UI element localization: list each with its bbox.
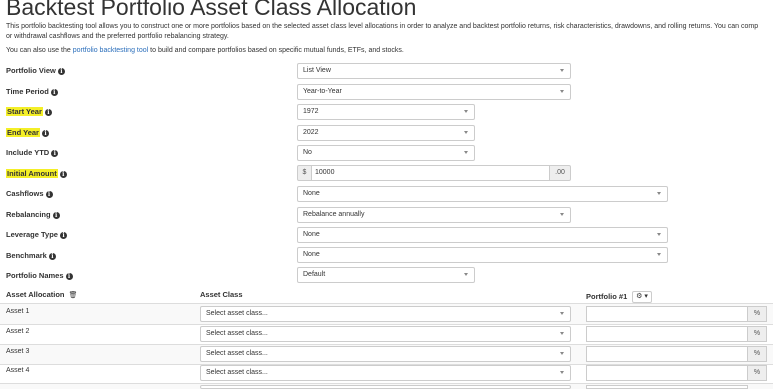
- chevron-down-icon: [657, 192, 661, 195]
- info-icon[interactable]: i: [57, 67, 65, 75]
- leverage-type-select[interactable]: None: [297, 227, 668, 243]
- chevron-down-icon: [464, 131, 468, 134]
- intro-text-line1: This portfolio backtesting tool allows y…: [6, 23, 759, 30]
- allocation-percent-input[interactable]: [586, 326, 748, 342]
- chevron-down-icon: [560, 332, 564, 335]
- asset-row-label: Asset 4: [6, 367, 30, 374]
- asset-class-header: Asset Class: [200, 290, 243, 299]
- rebalancing-select[interactable]: Rebalance annually: [297, 207, 571, 223]
- allocation-percent-input-partial[interactable]: [586, 385, 748, 389]
- info-icon[interactable]: i: [41, 129, 49, 137]
- portfolio-view-select[interactable]: List View: [297, 63, 571, 79]
- trash-icon[interactable]: 🗑: [69, 292, 78, 299]
- info-icon[interactable]: i: [51, 149, 59, 157]
- info-icon[interactable]: i: [52, 211, 60, 219]
- portfolio-names-select[interactable]: Default: [297, 267, 475, 283]
- portfolio1-header: Portfolio #1: [586, 292, 628, 301]
- asset-class-select[interactable]: Select asset class...: [200, 365, 571, 381]
- info-icon[interactable]: i: [44, 108, 52, 116]
- info-icon[interactable]: i: [65, 272, 73, 280]
- initial-amount-input[interactable]: 10000: [311, 165, 550, 181]
- chevron-down-icon: [657, 233, 661, 236]
- gear-icon[interactable]: ⚙ ▾: [632, 291, 652, 303]
- end-year-label: End Year i: [6, 127, 49, 139]
- asset-class-select[interactable]: Select asset class...: [200, 326, 571, 342]
- end-year-select[interactable]: 2022: [297, 125, 475, 141]
- table-divider: [0, 324, 773, 325]
- asset-class-select[interactable]: Select asset class...: [200, 306, 571, 322]
- asset-class-select-partial[interactable]: [200, 385, 571, 389]
- asset-row-label: Asset 3: [6, 348, 30, 355]
- percent-suffix: %: [747, 326, 767, 342]
- cashflows-select[interactable]: None: [297, 186, 668, 202]
- include-ytd-select[interactable]: No: [297, 145, 475, 161]
- asset-allocation-header: Asset Allocation 🗑: [6, 290, 78, 299]
- start-year-select[interactable]: 1972: [297, 104, 475, 120]
- percent-suffix: %: [747, 306, 767, 322]
- info-icon[interactable]: i: [48, 252, 56, 260]
- cents-suffix: .00: [549, 165, 571, 181]
- asset-class-select[interactable]: Select asset class...: [200, 346, 571, 362]
- chevron-down-icon: [657, 253, 661, 256]
- info-icon[interactable]: i: [45, 190, 53, 198]
- info-icon[interactable]: i: [59, 170, 67, 178]
- chevron-down-icon: [560, 312, 564, 315]
- chevron-down-icon: [464, 273, 468, 276]
- initial-amount-label: Initial Amount i: [6, 168, 67, 180]
- start-year-label: Start Year i: [6, 106, 52, 118]
- chevron-down-icon: [560, 352, 564, 355]
- page-title: Backtest Portfolio Asset Class Allocatio…: [6, 0, 417, 20]
- chevron-down-icon: [560, 213, 564, 216]
- include-ytd-label: Include YTD i: [6, 147, 59, 159]
- cashflows-label: Cashflows i: [6, 188, 53, 200]
- asset-row-label: Asset 1: [6, 308, 30, 315]
- benchmark-label: Benchmark i: [6, 250, 56, 262]
- allocation-percent-input[interactable]: [586, 346, 748, 362]
- allocation-percent-input[interactable]: [586, 306, 748, 322]
- intro-text-line3: You can also use the portfolio backtesti…: [6, 47, 404, 54]
- info-icon[interactable]: i: [59, 231, 67, 239]
- allocation-percent-input[interactable]: [586, 365, 748, 381]
- rebalancing-label: Rebalancing i: [6, 209, 60, 221]
- percent-suffix: %: [747, 346, 767, 362]
- chevron-down-icon: [560, 69, 564, 72]
- chevron-down-icon: [560, 90, 564, 93]
- intro-text-prefix: You can also use the: [6, 47, 71, 54]
- leverage-type-label: Leverage Type i: [6, 229, 67, 241]
- currency-prefix: $: [297, 165, 312, 181]
- time-period-label: Time Period i: [6, 86, 58, 98]
- intro-text-suffix: to build and compare portfolios based on…: [150, 47, 404, 54]
- chevron-down-icon: [464, 151, 468, 154]
- portfolio-view-label: Portfolio View i: [6, 65, 65, 77]
- chevron-down-icon: [464, 110, 468, 113]
- time-period-select[interactable]: Year-to-Year: [297, 84, 571, 100]
- info-icon[interactable]: i: [50, 88, 58, 96]
- portfolio-backtesting-link[interactable]: portfolio backtesting tool: [73, 47, 149, 54]
- percent-suffix: %: [747, 365, 767, 381]
- benchmark-select[interactable]: None: [297, 247, 668, 263]
- asset-row-label: Asset 2: [6, 328, 30, 335]
- portfolio-names-label: Portfolio Names i: [6, 270, 73, 282]
- intro-text-line2: or withdrawal cashflows and the preferre…: [6, 33, 229, 40]
- chevron-down-icon: [560, 371, 564, 374]
